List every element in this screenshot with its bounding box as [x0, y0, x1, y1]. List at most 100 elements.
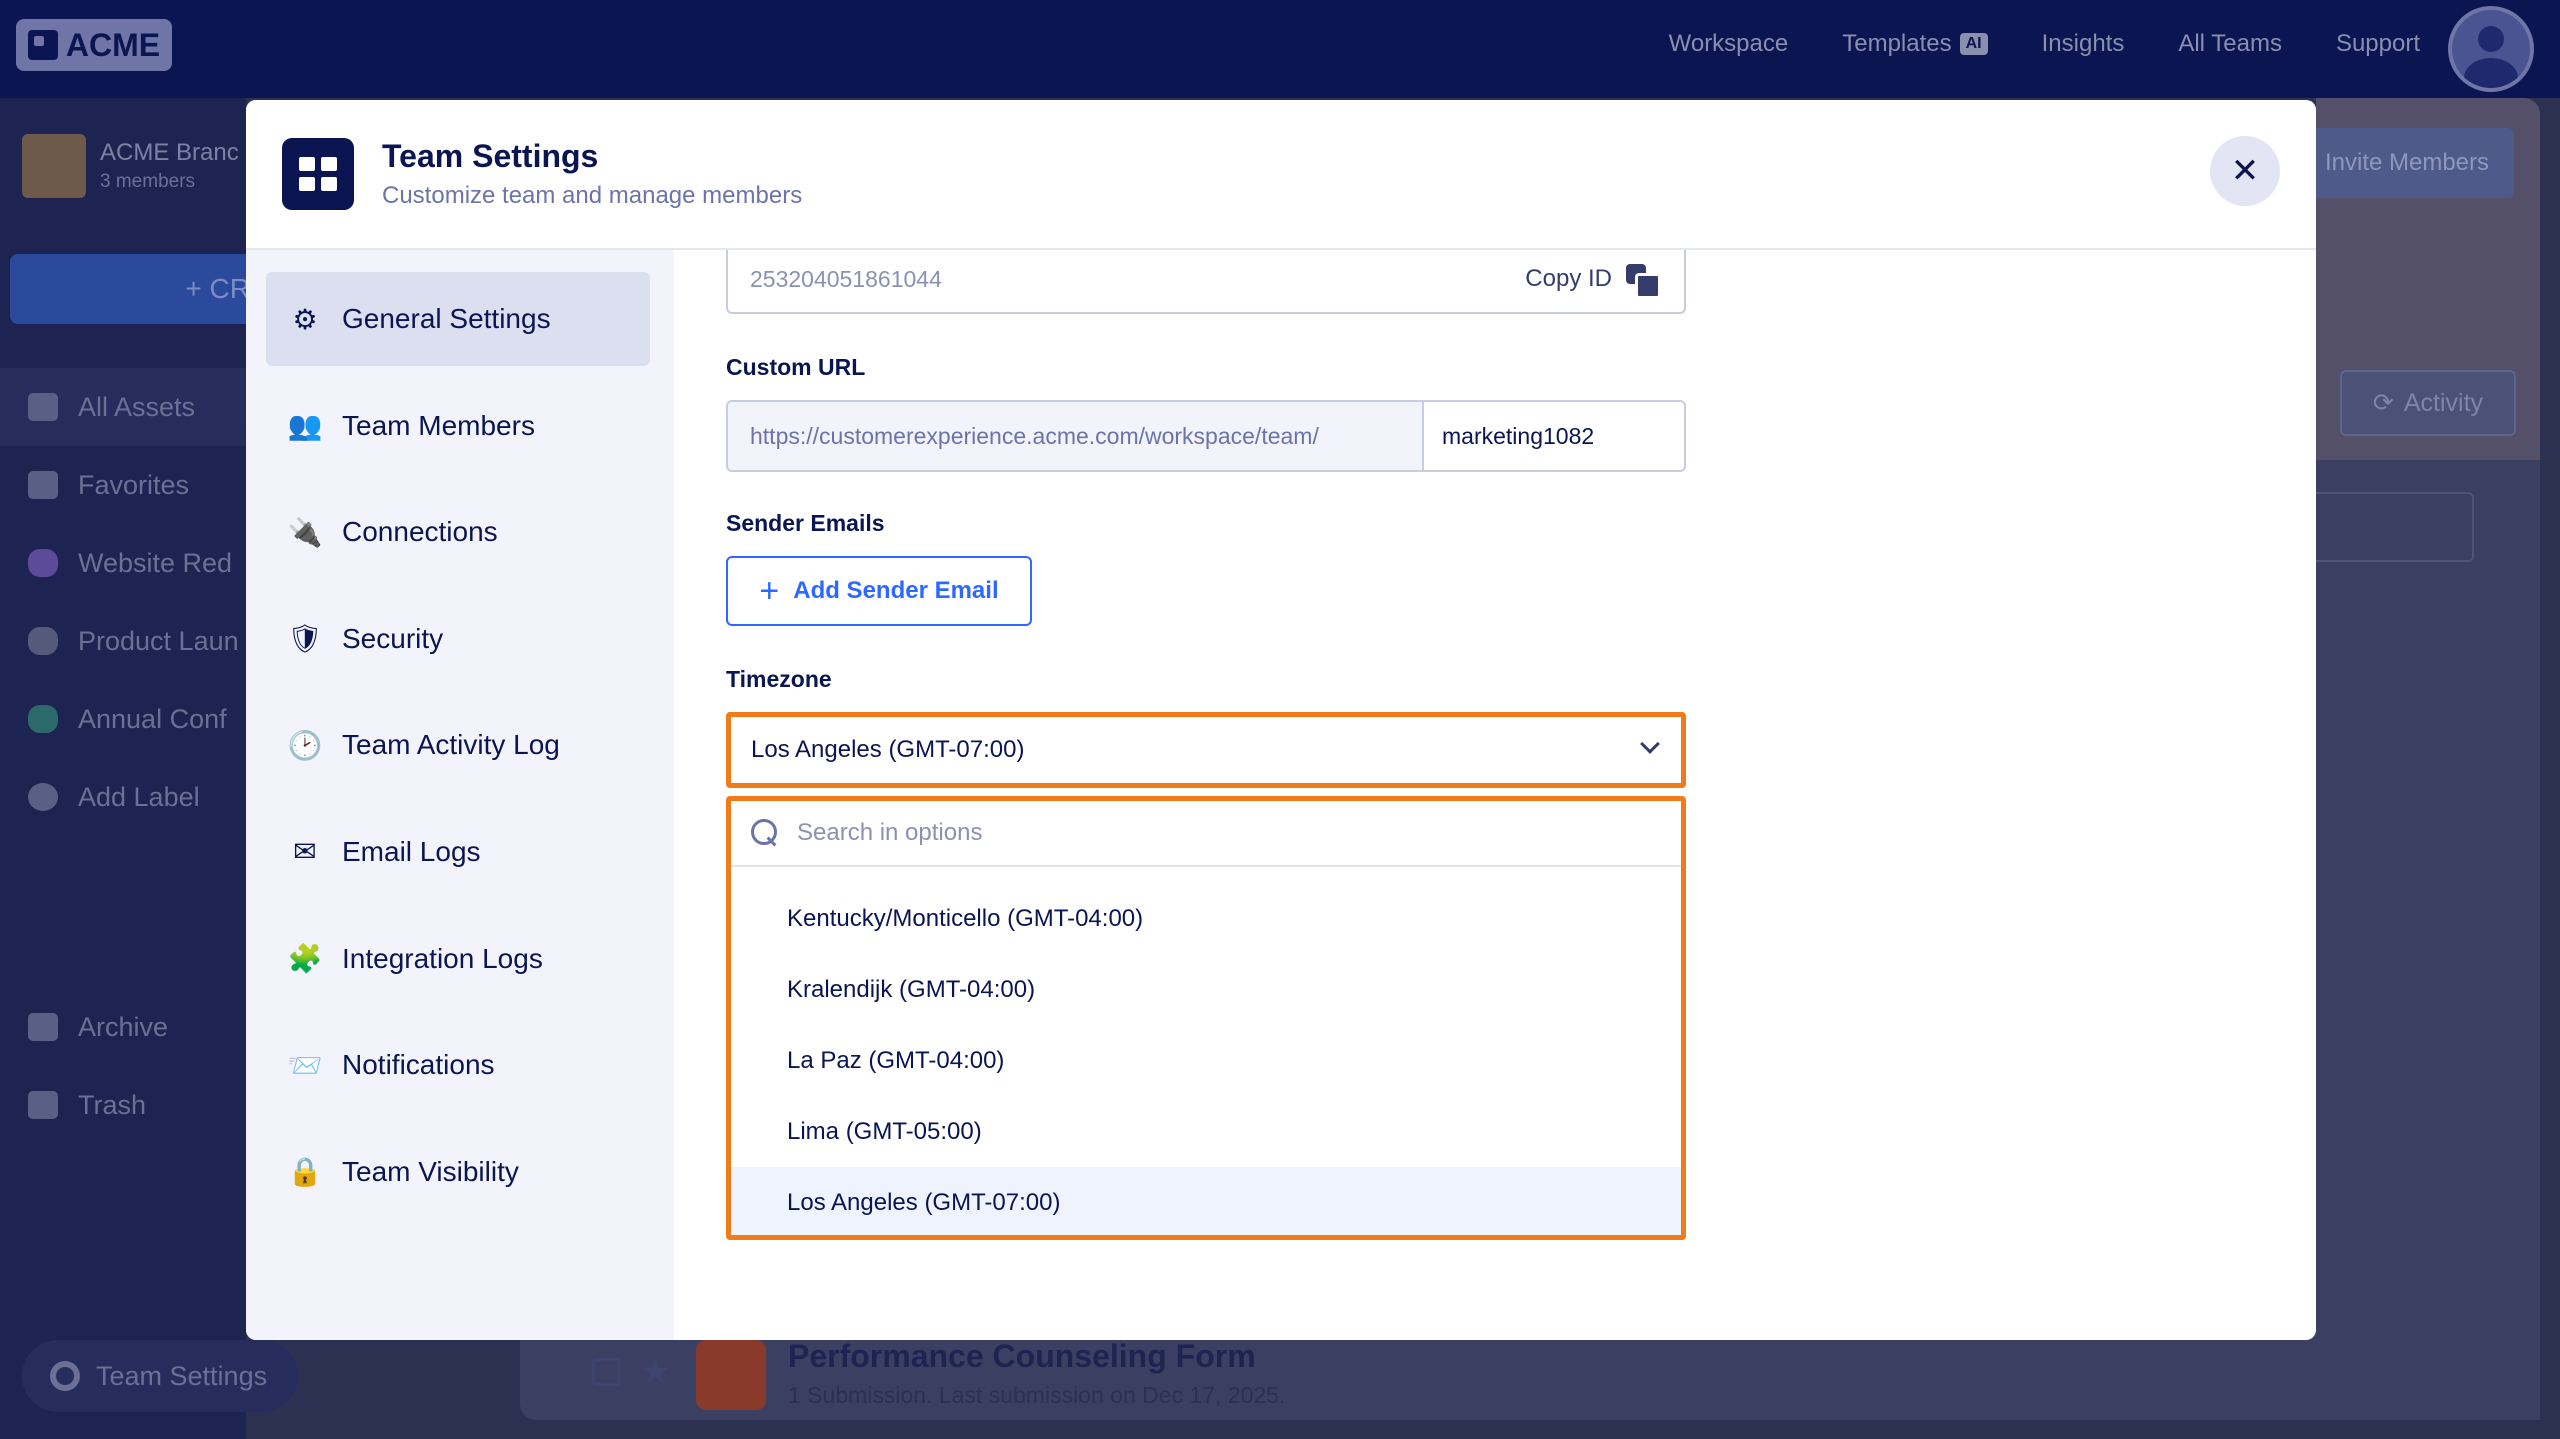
timezone-option[interactable]: Kralendijk (GMT-04:00): [731, 954, 1681, 1025]
sidebar-item-label: Archive: [78, 1011, 169, 1042]
tab-team-activity-log[interactable]: 🕑 Team Activity Log: [266, 698, 650, 792]
nav-insights-label: Insights: [2041, 30, 2125, 57]
sidebar-item-add-label[interactable]: Add Label: [0, 758, 246, 836]
tab-integration-logs[interactable]: 🧩 Integration Logs: [266, 912, 650, 1006]
trash-icon: [28, 1091, 58, 1119]
timezone-option-selected[interactable]: Los Angeles (GMT-07:00): [731, 1167, 1681, 1235]
tab-label: Security: [342, 622, 444, 654]
star-icon: [28, 471, 58, 499]
dropdown-search-input[interactable]: Search in options: [731, 801, 1681, 867]
form-icon: [696, 1340, 766, 1410]
team-id-value: 253204051861044: [750, 266, 942, 292]
sidebar-list: All Assets Favorites Website Red Product…: [0, 368, 246, 836]
tab-notifications[interactable]: 📨 Notifications: [266, 1018, 650, 1112]
user-avatar[interactable]: [2448, 6, 2534, 92]
invite-members-button[interactable]: Invite Members: [2300, 128, 2514, 198]
nav-insights[interactable]: Insights: [2042, 30, 2125, 58]
search-box[interactable]: [2300, 492, 2474, 562]
team-settings-modal: Team Settings Customize team and manage …: [246, 100, 2316, 1340]
nav-support[interactable]: Support: [2336, 30, 2420, 58]
sidebar-item-favorites[interactable]: Favorites: [0, 446, 246, 524]
timezone-option[interactable]: Kentucky/Monticello (GMT-04:00): [731, 883, 1681, 954]
ai-badge: AI: [1959, 33, 1988, 55]
sidebar-item-product-launch[interactable]: Product Laun: [0, 602, 246, 680]
row-checkbox[interactable]: [592, 1358, 620, 1386]
tab-label: Integration Logs: [342, 942, 543, 974]
modal-header: Team Settings Customize team and manage …: [246, 100, 2316, 250]
nav-support-label: Support: [2335, 30, 2420, 57]
top-nav-links: Workspace Templates AI Insights All Teams…: [1669, 30, 2420, 58]
star-icon[interactable]: ★: [640, 1352, 670, 1392]
tab-team-members[interactable]: 👥 Team Members: [266, 379, 650, 473]
nav-workspace[interactable]: Workspace: [1669, 30, 1789, 58]
team-settings-icon: [282, 138, 354, 210]
tab-label: Notifications: [342, 1049, 495, 1081]
timezone-option[interactable]: Lima (GMT-05:00): [731, 1096, 1681, 1167]
tab-label: General Settings: [342, 303, 551, 334]
modal-title: Team Settings: [382, 138, 599, 174]
right-content-area: [2316, 460, 2540, 1420]
timezone-dropdown: Search in options Kentucky/Monticello (G…: [726, 796, 1686, 1240]
team-switcher[interactable]: ACME Branc 3 members: [22, 134, 239, 198]
timezone-options: Kentucky/Monticello (GMT-04:00) Kralendi…: [731, 883, 1681, 1235]
nav-all-teams[interactable]: All Teams: [2178, 30, 2282, 58]
url-prefix: https://customerexperience.acme.com/work…: [728, 402, 1424, 470]
close-icon: ✕: [2230, 152, 2260, 190]
acme-logo[interactable]: ACME: [16, 19, 172, 71]
lock-icon: 🔒: [287, 1156, 323, 1188]
tab-label: Team Visibility: [342, 1155, 519, 1187]
tab-label: Email Logs: [342, 835, 481, 867]
sidebar-item-all-assets[interactable]: All Assets: [0, 368, 246, 446]
sidebar-item-label: Website Red: [78, 547, 233, 578]
gear-icon: ⚙: [292, 303, 318, 335]
tab-security[interactable]: 🛡 Security: [266, 592, 650, 686]
timezone-option[interactable]: La Paz (GMT-04:00): [731, 1025, 1681, 1096]
sidebar-item-label: Product Laun: [78, 625, 239, 656]
sidebar-item-annual-conference[interactable]: Annual Conf: [0, 680, 246, 758]
form-title[interactable]: Performance Counseling Form: [788, 1338, 1256, 1375]
nav-workspace-label: Workspace: [1668, 30, 1789, 57]
tab-connections[interactable]: 🔌 Connections: [266, 485, 650, 579]
team-id-field: 253204051861044 Copy ID: [726, 250, 1686, 314]
add-sender-email-button[interactable]: + Add Sender Email: [726, 556, 1032, 626]
tab-label: Team Activity Log: [342, 729, 560, 761]
team-settings-button[interactable]: Team Settings: [22, 1340, 298, 1412]
plus-icon: +: [759, 572, 780, 610]
plug-icon: 🔌: [287, 516, 323, 548]
users-icon: 👥: [287, 410, 323, 442]
search-placeholder: Search in options: [797, 819, 983, 846]
logo-mark-icon: [27, 30, 58, 60]
archive-icon: [28, 1013, 58, 1041]
sidebar-item-label: All Assets: [78, 391, 196, 422]
tab-email-logs[interactable]: ✉ Email Logs: [266, 805, 650, 899]
team-settings-label: Team Settings: [96, 1360, 268, 1391]
nav-templates[interactable]: Templates AI: [1842, 30, 1988, 58]
sidebar-item-label: Favorites: [78, 469, 190, 500]
sidebar-item-website-redesign[interactable]: Website Red: [0, 524, 246, 602]
copy-icon: [1626, 264, 1661, 299]
sender-emails-label: Sender Emails: [726, 510, 885, 536]
tab-general-settings[interactable]: ⚙ General Settings: [266, 272, 650, 366]
puzzle-icon: 🧩: [287, 943, 323, 975]
sidebar-lower-list: Archive Trash: [0, 988, 246, 1144]
top-navigation-bar: ACME Workspace Templates AI Insights All …: [0, 0, 2560, 98]
logo-text: ACME: [65, 26, 161, 63]
activity-label: Activity: [2403, 388, 2484, 417]
timezone-select[interactable]: Los Angeles (GMT-07:00): [726, 712, 1686, 788]
create-button[interactable]: + CR: [10, 254, 270, 324]
chevron-down-icon: [1640, 734, 1660, 754]
copy-id-label: Copy ID: [1525, 265, 1612, 292]
sidebar-item-archive[interactable]: Archive: [0, 988, 246, 1066]
settings-nav: ⚙ General Settings 👥 Team Members 🔌 Connect…: [246, 250, 674, 1340]
close-button[interactable]: ✕: [2210, 136, 2280, 206]
url-slug-input[interactable]: marketing1082: [1424, 402, 1684, 470]
tab-team-visibility[interactable]: 🔒 Team Visibility: [266, 1125, 650, 1219]
copy-id-button[interactable]: Copy ID: [1525, 264, 1661, 299]
timezone-label: Timezone: [726, 666, 832, 692]
search-icon: [751, 819, 777, 845]
sidebar-item-trash[interactable]: Trash: [0, 1066, 246, 1144]
label-icon: [28, 627, 58, 655]
activity-button[interactable]: ⟳ Activity: [2340, 370, 2516, 436]
modal-subtitle: Customize team and manage members: [382, 182, 803, 209]
mail-notification-icon: 📨: [287, 1049, 323, 1081]
